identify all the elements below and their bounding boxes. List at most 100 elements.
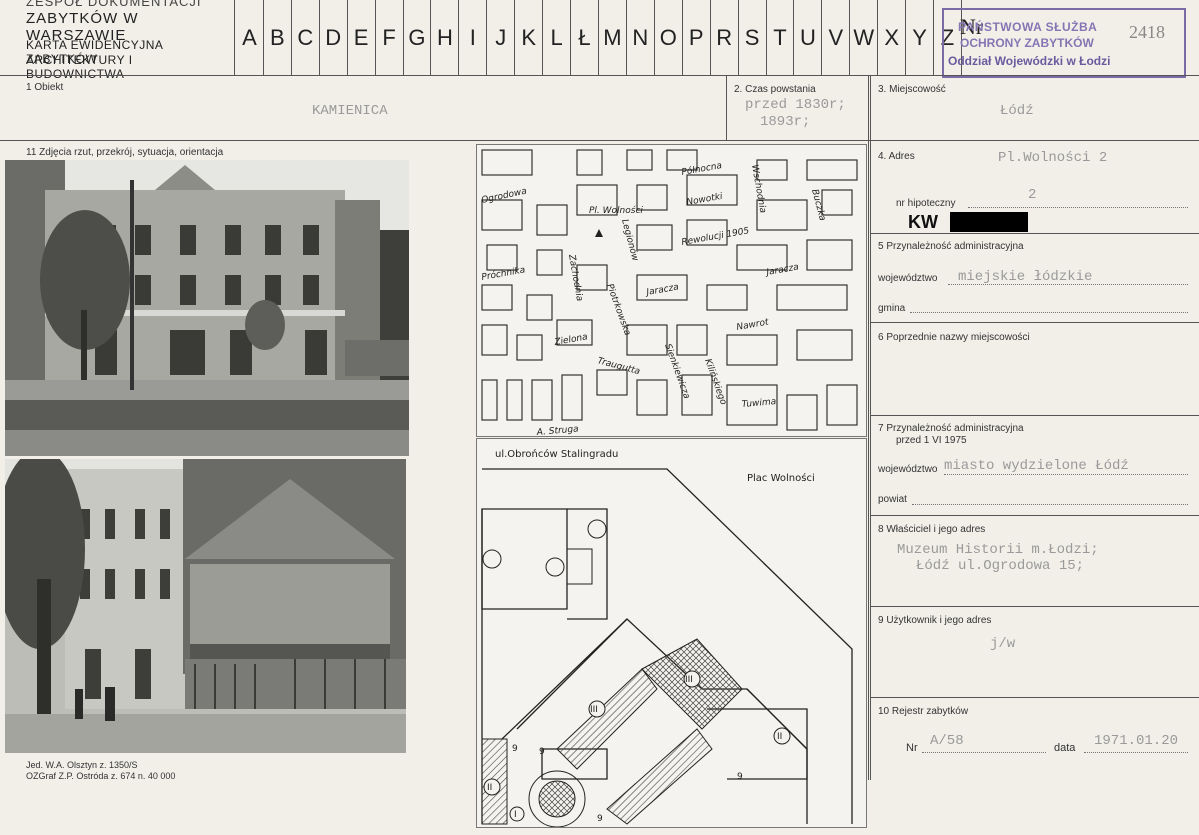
field-obiekt-value: KAMIENICA bbox=[312, 103, 388, 119]
building-side-illustration bbox=[5, 459, 406, 753]
building-front-illustration bbox=[5, 160, 409, 456]
divider bbox=[870, 322, 1199, 323]
field-miejscowosc-label: 3. Miejscowość bbox=[878, 84, 946, 95]
field-rejestr-label: 10 Rejestr zabytków bbox=[878, 706, 969, 717]
card-title-line-2: ARCHITEKTURY I BUDOWNICTWA bbox=[26, 53, 133, 81]
index-letter-16: P bbox=[683, 0, 711, 75]
index-letter-23: X bbox=[878, 0, 907, 75]
header-institution: ZESPÓŁ DOKUMENTACJI ZABYTKÓW W WARSZAWIE… bbox=[4, 0, 235, 81]
map-label-zachodnia: Zachodnia bbox=[566, 253, 584, 302]
site-plan-drawing: ul.Obrońców Stalingradu Plac Wolności II… bbox=[481, 448, 853, 827]
field-rejestr-data-value: 1971.01.20 bbox=[1094, 733, 1179, 749]
map-label-pl-wolnosci: Pl. Wolności bbox=[589, 205, 643, 216]
field-czas-value-1: przed 1830r; bbox=[745, 97, 846, 113]
field-wojewodztwo-label: województwo bbox=[878, 273, 938, 284]
kw-handwritten: KW bbox=[908, 212, 938, 232]
field-hipoteczny-label: nr hipoteczny bbox=[896, 198, 956, 209]
stamp-line-3: Oddział Wojewódzki w Łodzi bbox=[948, 54, 1111, 68]
divider bbox=[870, 415, 1199, 416]
divider bbox=[868, 75, 869, 780]
map-label-tuwima: Tuwima bbox=[741, 397, 776, 410]
stamp-line-2: OCHRONY ZABYTKÓW bbox=[960, 36, 1094, 50]
map-label-wschodnia: Wschodnia bbox=[749, 164, 767, 214]
record-card: ZESPÓŁ DOKUMENTACJI ZABYTKÓW W WARSZAWIE… bbox=[0, 0, 1199, 835]
institution-line-1: ZESPÓŁ DOKUMENTACJI bbox=[26, 0, 202, 9]
map-label-kilinskiego: Kilińskiego bbox=[702, 358, 728, 407]
index-letter-6: G bbox=[404, 0, 432, 75]
dotted-line bbox=[912, 504, 1188, 505]
field-powiat-label: powiat bbox=[878, 494, 907, 505]
field-czas-label: 2. Czas powstania bbox=[734, 84, 816, 95]
map-label-traugutta: Traugutta bbox=[596, 356, 641, 377]
field-miejscowosc-value: Łódź bbox=[1000, 103, 1034, 119]
divider bbox=[870, 606, 1199, 607]
print-info-line-2: OZGraf Z.P. Ostróda z. 674 n. 40 000 bbox=[26, 771, 176, 781]
plan-mark-9-b: 9 bbox=[539, 747, 545, 757]
index-letter-4: E bbox=[348, 0, 376, 75]
location-marker-icon bbox=[595, 229, 603, 237]
building-photo-side bbox=[5, 459, 406, 753]
field-czas-value-2: 1893r; bbox=[760, 114, 811, 130]
index-letter-15: O bbox=[655, 0, 683, 75]
divider bbox=[0, 140, 1199, 141]
divider bbox=[870, 75, 871, 780]
index-letter-9: J bbox=[487, 0, 516, 75]
office-stamp: Nr PAŃSTWOWA SŁUŻBA OCHRONY ZABYTKÓW Odd… bbox=[942, 8, 1186, 78]
plan-street-label: ul.Obrońców Stalingradu bbox=[495, 448, 618, 460]
field-gmina-label: gmina bbox=[878, 303, 906, 314]
plan-mark-iii-a: III bbox=[685, 675, 693, 685]
dotted-line bbox=[922, 752, 1046, 753]
redaction-box bbox=[950, 212, 1028, 232]
index-letter-21: V bbox=[822, 0, 851, 75]
plan-mark-ii-a: II bbox=[777, 732, 782, 742]
map-label-ogrodowa: Ogrodowa bbox=[481, 187, 528, 206]
index-letter-2: C bbox=[292, 0, 320, 75]
field-przynaleznosc-label: 5 Przynależność administracyjna bbox=[878, 241, 1024, 252]
index-letter-11: L bbox=[543, 0, 572, 75]
field-uzytkownik-label: 9 Użytkownik i jego adres bbox=[878, 615, 992, 626]
field-wojewodztwo75-label: województwo bbox=[878, 464, 938, 475]
building-photo-front bbox=[5, 160, 409, 456]
index-letter-5: F bbox=[376, 0, 404, 75]
dotted-line bbox=[948, 284, 1188, 285]
plan-square-label: Plac Wolności bbox=[747, 472, 815, 484]
dotted-line bbox=[1084, 752, 1188, 753]
map-label-nawrot: Nawrot bbox=[736, 317, 770, 333]
divider bbox=[870, 233, 1199, 234]
index-letter-8: I bbox=[459, 0, 488, 75]
divider bbox=[870, 697, 1199, 698]
field-wojewodztwo75-value: miasto wydzielone Łódź bbox=[944, 458, 1129, 474]
field-przynaleznosc75-label: 7 Przynależność administracyjna bbox=[878, 423, 1024, 434]
field-zdjecia-label: 11 Zdjęcia rzut, przekrój, sytuacja, ori… bbox=[26, 147, 224, 158]
field-poprzednie-label: 6 Poprzednie nazwy miejscowości bbox=[878, 332, 1030, 343]
index-letter-7: H bbox=[431, 0, 460, 75]
map-label-zielona: Zielona bbox=[553, 332, 589, 348]
plan-mark-iii-b: III bbox=[590, 705, 598, 715]
map-label-jaracza: Jaracza bbox=[644, 282, 680, 298]
index-letter-17: R bbox=[711, 0, 739, 75]
index-letter-24: Y bbox=[906, 0, 935, 75]
index-letter-12: Ł bbox=[571, 0, 599, 75]
field-rejestr-nr-label: Nr bbox=[906, 742, 918, 754]
print-info-line-1: Jed. W.A. Olsztyn z. 1350/S bbox=[26, 760, 138, 770]
field-rejestr-nr-value: A/58 bbox=[930, 733, 964, 749]
index-letter-10: K bbox=[515, 0, 544, 75]
plan-mark-9-a: 9 bbox=[512, 744, 518, 754]
field-wlasciciel-value-1: Muzeum Historii m.Łodzi; bbox=[897, 542, 1099, 558]
field-adres-label: 4. Adres bbox=[878, 151, 915, 162]
map-label-jaracza-2: Jaracza bbox=[764, 262, 800, 278]
index-letter-22: W bbox=[850, 0, 879, 75]
map-label-buczka: Buczka bbox=[809, 188, 827, 222]
street-map-drawing: Ogrodowa Północna Zachodnia Pl. Wolności… bbox=[481, 149, 858, 436]
plan-mark-ii-b: II bbox=[487, 783, 492, 793]
field-przynaleznosc75-sub: przed 1 VI 1975 bbox=[896, 435, 967, 446]
field-wlasciciel-label: 8 Właściciel i jego adres bbox=[878, 524, 986, 535]
map-label-piotrkowska: Piotrkowska bbox=[604, 283, 632, 337]
plan-mark-9-c: 9 bbox=[597, 814, 603, 824]
field-adres-value: Pl.Wolności 2 bbox=[998, 150, 1108, 166]
location-map: Ogrodowa Północna Zachodnia Pl. Wolności… bbox=[476, 144, 867, 437]
site-plan: ul.Obrońców Stalingradu Plac Wolności II… bbox=[476, 438, 867, 828]
card-number: 2418 bbox=[1129, 22, 1165, 42]
map-label-struga: A. Struga bbox=[535, 424, 579, 436]
stamp-line-1: PAŃSTWOWA SŁUŻBA bbox=[958, 20, 1098, 34]
